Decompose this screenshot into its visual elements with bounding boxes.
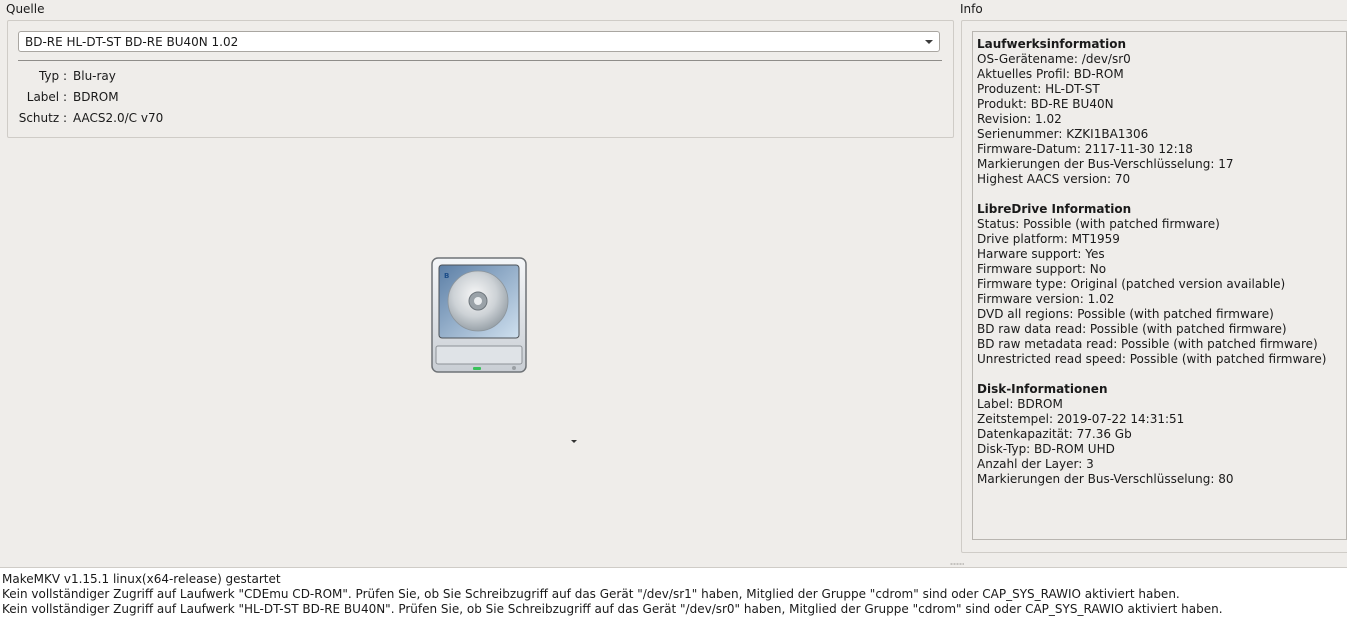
info-line: BD raw data read: Possible (with patched… (977, 322, 1287, 336)
prop-value: Blu-ray (73, 69, 116, 83)
drive-select-value: BD-RE HL-DT-ST BD-RE BU40N 1.02 (25, 35, 239, 49)
drive-select[interactable]: BD-RE HL-DT-ST BD-RE BU40N 1.02 (18, 31, 940, 52)
log-line: Kein vollständiger Zugriff auf Laufwerk … (2, 602, 1223, 616)
info-group-title: Info (960, 2, 983, 16)
info-section-libredrive: LibreDrive Information Status: Possible … (977, 202, 1346, 367)
prop-value: BDROM (73, 90, 119, 104)
info-line: Markierungen der Bus-Verschlüsselung: 17 (977, 157, 1234, 171)
info-line: Produkt: BD-RE BU40N (977, 97, 1114, 111)
info-line: Revision: 1.02 (977, 112, 1062, 126)
info-line: Firmware support: No (977, 262, 1107, 276)
info-line: Datenkapazität: 77.36 Gb (977, 427, 1132, 441)
info-line: Produzent: HL-DT-ST (977, 82, 1100, 96)
chevron-down-icon[interactable] (925, 40, 933, 44)
info-line: OS-Gerätename: /dev/sr0 (977, 52, 1131, 66)
info-line: Serienummer: KZKI1BA1306 (977, 127, 1149, 141)
prop-value: AACS2.0/C v70 (73, 111, 164, 125)
info-line: Unrestricted read speed: Possible (with … (977, 352, 1327, 366)
info-line: Firmware-Datum: 2117-11-30 12:18 (977, 142, 1193, 156)
info-line: Anzahl der Layer: 3 (977, 457, 1094, 471)
info-section-disc: Disk-Informationen Label: BDROM Zeitstem… (977, 382, 1346, 487)
info-line: Zeitstempel: 2019-07-22 14:31:51 (977, 412, 1185, 426)
svg-text:B: B (444, 272, 449, 280)
info-line: Firmware type: Original (patched version… (977, 277, 1286, 291)
log-line: Kein vollständiger Zugriff auf Laufwerk … (2, 587, 1180, 601)
source-group-title: Quelle (6, 2, 45, 16)
info-line: Harware support: Yes (977, 247, 1105, 261)
info-line: Highest AACS version: 70 (977, 172, 1131, 186)
source-separator (18, 60, 942, 61)
section-heading: Disk-Informationen (977, 382, 1108, 396)
info-line: BD raw metadata read: Possible (with pat… (977, 337, 1318, 351)
info-line: Status: Possible (with patched firmware) (977, 217, 1220, 231)
section-heading: LibreDrive Information (977, 202, 1132, 216)
prop-key: Typ : (38, 69, 67, 83)
info-text-panel[interactable]: Laufwerksinformation OS-Gerätename: /dev… (972, 31, 1347, 540)
splitter-handle[interactable] (950, 563, 964, 565)
info-line: DVD all regions: Possible (with patched … (977, 307, 1274, 321)
prop-key: Schutz : (18, 111, 67, 125)
info-line: Firmware version: 1.02 (977, 292, 1115, 306)
section-heading: Laufwerksinformation (977, 37, 1127, 51)
info-line: Drive platform: MT1959 (977, 232, 1120, 246)
info-line: Markierungen der Bus-Verschlüsselung: 80 (977, 472, 1234, 486)
info-line: Aktuelles Profil: BD-ROM (977, 67, 1124, 81)
info-section-drive: Laufwerksinformation OS-Gerätename: /dev… (977, 37, 1346, 187)
log-line: MakeMKV v1.15.1 linux(x64-release) gesta… (2, 572, 281, 586)
prop-key: Label : (26, 90, 67, 104)
bluray-drive-icon[interactable]: B (430, 256, 530, 379)
info-line: Disk-Typ: BD-ROM UHD (977, 442, 1115, 456)
info-line: Label: BDROM (977, 397, 1063, 411)
log-panel[interactable]: MakeMKV v1.15.1 linux(x64-release) gesta… (0, 567, 1347, 641)
expand-arrow-icon[interactable] (571, 440, 577, 443)
